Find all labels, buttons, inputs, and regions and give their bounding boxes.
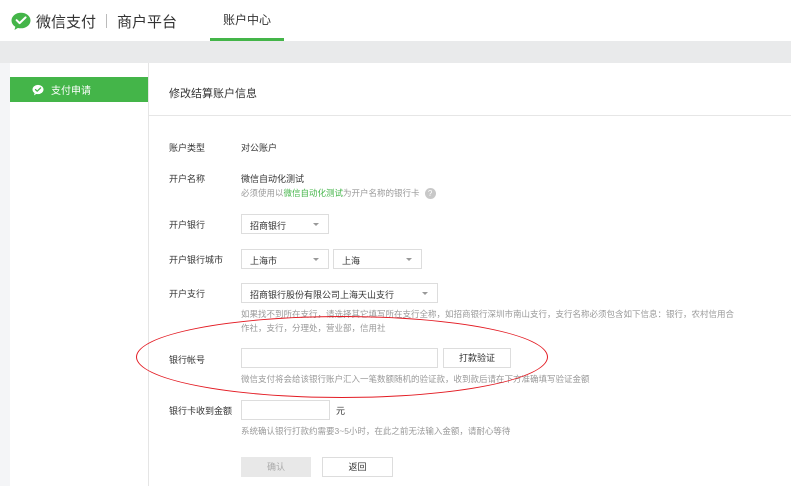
- wechat-pay-logo-icon: [11, 12, 31, 30]
- account-type-value: 对公账户: [241, 143, 278, 153]
- top-bar: 微信支付 商户平台 账户中心: [0, 0, 791, 41]
- sidebar: 支付申请: [10, 63, 149, 486]
- main-panel: 修改结算账户信息 账户类型 对公账户 开户名称 微信自动化测试 必须使用以微信自…: [149, 63, 791, 486]
- hint-account-name: 微信自动化测试: [283, 188, 344, 198]
- caret-down-icon: [313, 223, 319, 226]
- bank-select-value: 招商银行: [250, 221, 287, 231]
- account-name-label: 开户名称: [169, 174, 206, 184]
- account-number-hint: 微信支付将会给该银行账户汇入一笔数额随机的验证款，收到款后请在下方准确填写验证金…: [241, 374, 590, 384]
- amount-hint: 系统确认银行打款约需要3~5小时，在此之前无法输入金额，请耐心等待: [241, 426, 511, 436]
- brand-logo[interactable]: 微信支付 商户平台: [10, 10, 177, 32]
- province-select[interactable]: 上海市: [241, 249, 329, 269]
- question-icon[interactable]: ?: [424, 188, 436, 200]
- title-divider: [149, 115, 791, 116]
- amount-label: 银行卡收到金额: [169, 406, 233, 416]
- amount-unit: 元: [336, 406, 346, 416]
- bank-label: 开户银行: [169, 220, 206, 230]
- bank-select[interactable]: 招商银行: [241, 214, 329, 234]
- branch-label: 开户支行: [169, 289, 206, 299]
- tab-account-center-label: 账户中心: [222, 13, 271, 27]
- branch-select[interactable]: 招商银行股份有限公司上海天山支行: [241, 283, 438, 303]
- account-number-label: 银行帐号: [169, 355, 206, 365]
- brand-divider: [106, 14, 108, 28]
- caret-down-icon: [406, 258, 412, 261]
- tab-account-center[interactable]: 账户中心: [210, 0, 284, 41]
- branch-hint-line2: 作社，支行，分理处，营业部，信用社: [241, 323, 386, 333]
- account-name-hint: 必须使用以微信自动化测试为开户名称的银行卡?: [241, 187, 436, 200]
- sidebar-item-label: 支付申请: [51, 86, 91, 97]
- verify-payment-button[interactable]: 打款验证: [443, 348, 511, 368]
- account-name-value: 微信自动化测试: [241, 174, 305, 184]
- hint-suffix: 为开户名称的银行卡: [343, 188, 420, 198]
- back-button[interactable]: 返回: [322, 457, 393, 477]
- bank-city-label: 开户银行城市: [169, 255, 224, 265]
- caret-down-icon: [422, 292, 428, 295]
- sidebar-item-payment-apply[interactable]: 支付申请: [10, 77, 148, 102]
- header-band: [0, 41, 791, 63]
- branch-hint-line1: 如果找不到所在支行，请选择其它填写所在支行全称，如招商银行深圳市南山支行，支行名…: [241, 309, 735, 319]
- hint-prefix: 必须使用以: [241, 188, 284, 198]
- branch-select-value: 招商银行股份有限公司上海天山支行: [250, 290, 395, 300]
- account-number-input[interactable]: [241, 348, 438, 368]
- caret-down-icon: [313, 258, 319, 261]
- province-select-value: 上海市: [250, 256, 278, 266]
- platform-name: 商户平台: [117, 13, 178, 31]
- account-type-label: 账户类型: [169, 143, 206, 153]
- page-title: 修改结算账户信息: [169, 88, 257, 100]
- city-select-value: 上海: [342, 256, 361, 266]
- brand-name: 微信支付: [36, 13, 97, 31]
- amount-input[interactable]: [241, 400, 330, 420]
- city-select[interactable]: 上海: [333, 249, 422, 269]
- wechat-bubble-icon: [32, 84, 44, 95]
- confirm-button[interactable]: 确认: [241, 457, 311, 477]
